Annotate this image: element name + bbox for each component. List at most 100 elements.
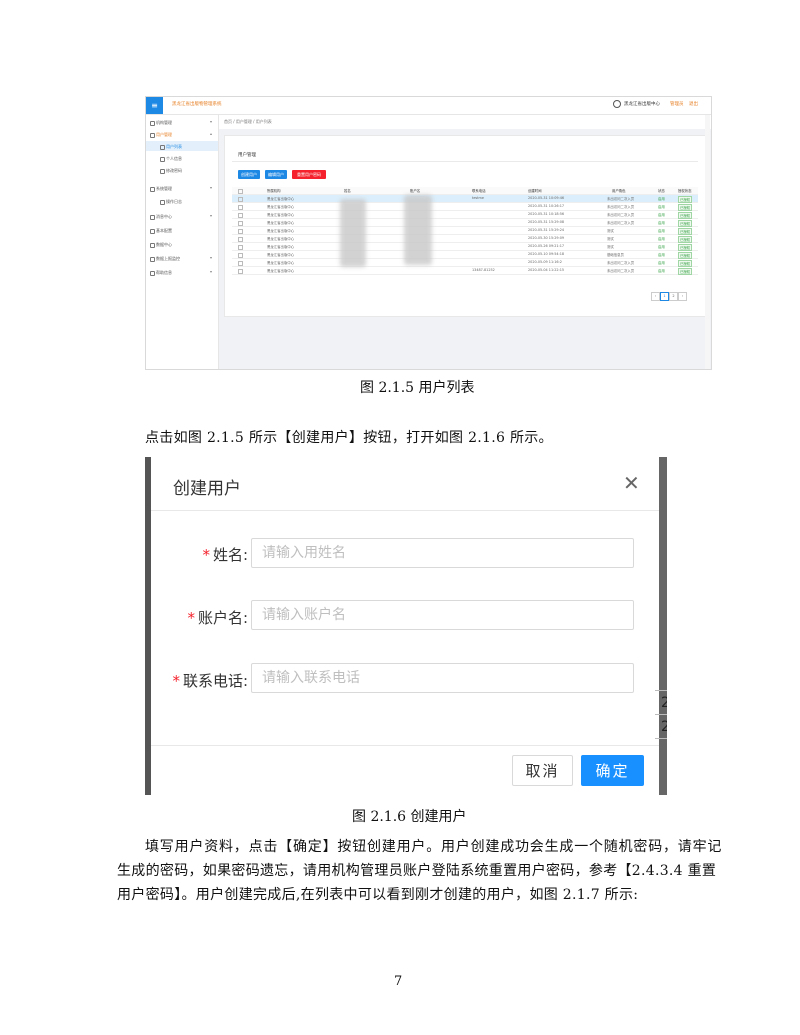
row-checkbox[interactable] [238,268,243,274]
menu-icon[interactable]: ≡ [146,97,163,114]
col-created: 创建时间 [528,189,542,193]
dialog-footer-divider [151,745,659,746]
sidebar-item-label: 修改密码 [166,168,182,173]
logout-link[interactable]: 退出 [689,101,698,107]
cell-auth: 已授权 [678,251,693,259]
pager-page-2[interactable]: 2 [669,292,678,301]
data-icon [150,243,155,248]
sidebar-item-data[interactable]: 数据中心 [146,239,218,249]
sidebar-item-report[interactable]: 数据上报监控 ▾ [146,253,218,263]
table-row[interactable]: 黑龙江省出版中心 2020-05-26 09:21:17 测试 启用 已授权 [232,243,698,251]
message-icon [150,215,155,220]
background-line [655,690,667,691]
cell-auth: 已授权 [678,227,693,235]
col-org: 所属机构 [267,189,281,193]
background-line [655,738,667,739]
cell-created: 2020-05-31 10:09:46 [528,196,565,200]
table-row[interactable]: 黑龙江省出版中心 2020-05-31 10:26:17 未出访问二次入员 启用 已授权 [232,203,698,211]
table-row[interactable]: 黑龙江省出版中心 13487-81252 2020-05-04 11:22:15 未出… [232,267,698,275]
sidebar-item-system[interactable]: 系统管理 ▾ [146,183,218,193]
name-label: * 姓名: [150,544,248,565]
edit-user-button[interactable]: 编辑用户 [265,170,287,179]
cell-role: 未出访问二次入员 [607,197,635,201]
pager-prev[interactable]: ‹ [651,292,660,301]
table-row[interactable]: 黑龙江省出版中心 2020-05-31 15:29:24 测试 启用 已授权 [232,227,698,235]
account-input[interactable] [251,600,634,630]
cell-created: 2020-05-31 15:29:24 [528,228,565,232]
cell-created: 2020-05-31 10:18:56 [528,212,565,216]
cell-status: 启用 [658,253,665,257]
menu-item-icon [150,121,155,126]
pager-next[interactable]: › [678,292,687,301]
phone-input[interactable] [251,663,634,693]
panel-title: 用户管理 [238,153,256,158]
cell-status: 启用 [658,221,665,225]
row-checkbox[interactable] [238,252,243,258]
table-row[interactable]: 黑龙江省出版中心 2020-05-30 15:29:09 测试 启用 已授权 [232,235,698,243]
required-mark: * [172,672,180,690]
vertical-scrollbar[interactable] [705,115,710,369]
figure-caption-2-1-5: 图 2.1.5 用户列表 [360,380,475,396]
cell-org: 黑龙江省出版中心 [267,205,295,209]
org-name: 黑龙江省出版中心 [624,102,660,107]
select-all-checkbox[interactable] [238,188,243,194]
redacted-names [340,199,366,267]
user-list-screenshot: ≡ 黑龙江省出版物管理系统 黑龙江省出版中心 管理员 退出 机构管理 ▾ 用户管理… [145,96,712,370]
user-name-link[interactable]: 管理员 [670,101,684,107]
sidebar-item-config[interactable]: 基本配置 [146,225,218,235]
background-text: 2 [661,695,667,711]
cell-role: 未出访问二次入员 [607,213,635,217]
divider [232,161,698,162]
sidebar-item-password[interactable]: 修改密码 [146,165,218,175]
sidebar-item-messages[interactable]: 消息中心 ▾ [146,211,218,221]
notification-icon[interactable] [613,100,621,108]
reset-password-button[interactable]: 重置用户密码 [292,170,326,179]
cell-org: 黑龙江省出版中心 [267,237,295,241]
top-bar: ≡ 黑龙江省出版物管理系统 黑龙江省出版中心 管理员 退出 [146,97,711,115]
row-checkbox[interactable] [238,228,243,234]
row-checkbox[interactable] [238,204,243,210]
pager-page-1[interactable]: 1 [660,292,669,301]
table-row[interactable]: 黑龙江省出版中心 testme 2020-05-31 10:09:46 未出访问二次入… [232,195,698,203]
cell-created: 2020-05-31 15:29:08 [528,220,565,224]
cell-auth: 已授权 [678,195,693,203]
help-icon [150,271,155,276]
close-icon[interactable]: ✕ [623,471,640,495]
cell-created: 2020-05-31 10:26:17 [528,204,565,208]
cell-auth: 已授权 [678,235,693,243]
lock-icon [160,169,165,174]
create-user-dialog: 2 2 创建用户 ✕ *姓名: *账户名: *联系电话: 取消 确定 [145,457,667,795]
cell-role: 测试 [607,237,614,241]
table-row[interactable]: 黑龙江省出版中心 2020-05-09 11:16:2 未出访问二次入员 启用 已授权 [232,259,698,267]
row-checkbox[interactable] [238,244,243,250]
confirm-button[interactable]: 确定 [581,755,644,786]
chevron-down-icon: ▾ [210,255,213,260]
table-row[interactable]: 黑龙江省出版中心 2020-05-31 10:18:56 未出访问二次入员 启用 已授权 [232,211,698,219]
row-checkbox[interactable] [238,196,243,202]
name-input[interactable] [251,538,634,568]
sidebar-item-org[interactable]: 机构管理 ▾ [146,117,218,127]
sidebar-item-profile[interactable]: 个人信息 [146,153,218,163]
col-name: 姓名 [344,189,351,193]
cell-org: 黑龙江省出版中心 [267,269,295,273]
col-phone: 联系电话 [472,189,486,193]
sidebar-item-user-list[interactable]: 用户列表 [146,141,218,151]
sidebar-item-users[interactable]: 用户管理 ▴ [146,129,218,139]
row-checkbox[interactable] [238,220,243,226]
sidebar-item-label: 机构管理 [156,120,172,125]
cell-created: 2020-05-10 09:54:18 [528,252,565,256]
sidebar-item-log[interactable]: 操作日志 [146,196,218,206]
row-checkbox[interactable] [238,212,243,218]
create-user-button[interactable]: 创建用户 [238,170,260,179]
table-row[interactable]: 黑龙江省出版中心 2020-05-10 09:54:18 基础信息员 启用 已授权 [232,251,698,259]
row-checkbox[interactable] [238,260,243,266]
chevron-down-icon: ▾ [210,185,213,190]
row-checkbox[interactable] [238,236,243,242]
sidebar-item-help[interactable]: 帮助信息 ▾ [146,267,218,277]
cell-phone: testme [472,196,484,200]
cell-role: 基础信息员 [607,253,624,257]
cell-created: 2020-05-04 11:22:15 [528,268,565,272]
table-row[interactable]: 黑龙江省出版中心 2020-05-31 15:29:08 未出访问二次入员 启用 已授权 [232,219,698,227]
cancel-button[interactable]: 取消 [512,755,573,786]
cell-org: 黑龙江省出版中心 [267,213,295,217]
